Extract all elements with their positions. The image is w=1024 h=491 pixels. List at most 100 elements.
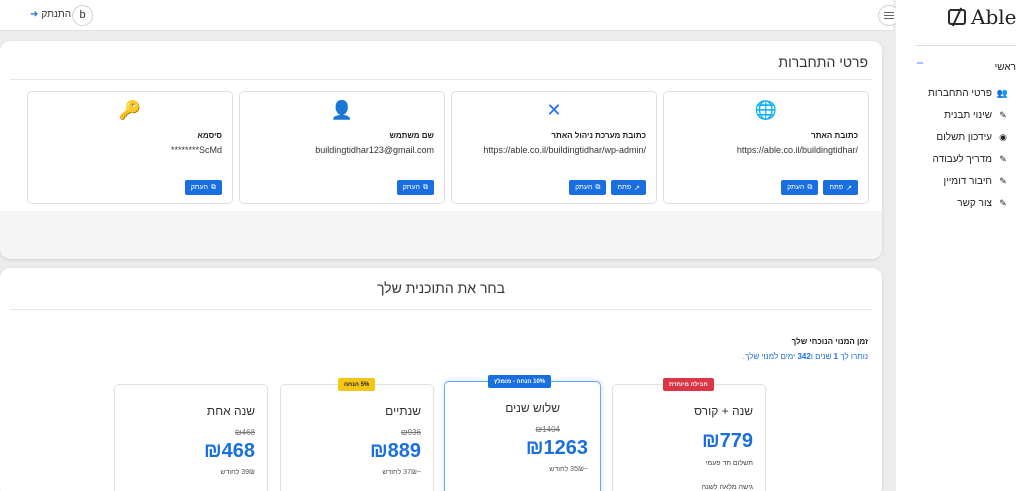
users-icon: 👥 — [996, 87, 1008, 98]
sidebar-item-login-details[interactable]: 👥 פרטי התחברות — [928, 82, 1008, 104]
plan-badge: 5% הנחה — [338, 378, 376, 391]
card-value: ********ScMd — [170, 145, 222, 155]
admin-url-card: ✕ כתובת מערכת ניהול האתר https://able.co… — [451, 91, 657, 204]
tools-icon: ✕ — [546, 100, 562, 120]
plan-name: שנתיים — [385, 404, 421, 418]
collapse-indicator[interactable] — [917, 62, 923, 64]
remaining-days: 342 — [797, 352, 811, 361]
divider — [10, 79, 872, 80]
copy-icon: ⧉ — [807, 183, 813, 191]
sidebar-item-label: חיבור דומיין — [943, 175, 992, 187]
remaining-suffix: ימים למנוי שלך. — [742, 352, 796, 361]
remaining-prefix: נותרו לך — [840, 352, 868, 361]
plans-title: בחר את התוכנית שלך — [376, 280, 506, 296]
card-title: כתובת האתר — [811, 131, 858, 140]
button-label: העתק — [190, 184, 208, 191]
plan-card-three-years[interactable]: 10% הנחה - מומלץ שלוש שנים ₪1404 ₪1263 ~… — [444, 375, 601, 491]
edit-icon: ✎ — [999, 153, 1007, 164]
hamburger-line — [884, 12, 894, 13]
logo-icon — [948, 9, 966, 25]
globe-icon: 🌐 — [754, 100, 778, 120]
sidebar-item-label: מדריך לעבודה — [932, 153, 992, 165]
plan-price: ₪468 — [203, 440, 255, 462]
plan-card-one-year[interactable]: שנה אחת ₪468 ₪468 39₪ לחודש — [114, 384, 268, 491]
login-details-panel: פרטי התחברות 🌐 כתובת האתר https://able.c… — [0, 41, 882, 259]
plan-per-month: ~35₪ לחודש — [549, 466, 588, 473]
plan-price: ₪1263 — [525, 437, 588, 459]
plan-note: גישה מלאה לשנה — [701, 484, 753, 491]
card-value: https://able.co.il/buildingtidhar/ — [736, 145, 858, 155]
sidebar-item-change-template[interactable]: ✎ שינוי תבנית — [928, 104, 1008, 126]
plan-card-two-years[interactable]: 5% הנחה שנתיים ₪936 ₪889 ~37₪ לחודש — [280, 378, 434, 491]
card-actions: ⧉ העתק — [396, 180, 434, 195]
plan-old-price: ₪468 — [234, 428, 255, 437]
card-actions: ⧉ העתק — [184, 180, 222, 195]
plan-badge: חבילה מיוחדת — [663, 378, 714, 391]
logout-link[interactable]: התנתק ➜ — [30, 9, 71, 20]
open-button[interactable]: ↗ פתח — [611, 180, 646, 195]
logout-icon: ➜ — [30, 9, 39, 20]
copy-button[interactable]: ⧉ העתק — [569, 180, 607, 195]
top-bar: b התנתק ➜ — [0, 0, 900, 31]
panel-title: פרטי התחברות — [778, 54, 868, 70]
card-actions: ↗ פתח ⧉ העתק — [569, 180, 646, 195]
sidebar-item-label: פרטי התחברות — [927, 87, 992, 99]
plans-panel: בחר את התוכנית שלך זמן המנוי הנוכחי שלך … — [0, 268, 882, 491]
button-label: העתק — [787, 184, 805, 191]
plan-name: שנה אחת — [206, 404, 255, 418]
external-link-icon: ↗ — [634, 184, 640, 192]
open-button[interactable]: ↗ פתח — [823, 180, 858, 195]
sidebar: Able ראשי 👥 פרטי התחברות ✎ שינוי תבנית ◉… — [896, 0, 1024, 491]
sidebar-item-contact[interactable]: ✎ צור קשר — [928, 192, 1008, 214]
plan-old-price: ₪936 — [400, 428, 421, 437]
hamburger-line — [884, 15, 894, 16]
remaining-years: 1 — [833, 352, 839, 361]
remaining-time: נותרו לך 1 שנים ו342 ימים למנוי שלך. — [743, 352, 868, 361]
card-actions: ↗ פתח ⧉ העתק — [781, 180, 858, 195]
plan-note: תשלום חד פעמי — [705, 460, 753, 467]
copy-button[interactable]: ⧉ העתק — [184, 180, 222, 195]
sidebar-item-label: עידכון תשלום — [936, 131, 992, 143]
site-url-card: 🌐 כתובת האתר https://able.co.il/building… — [663, 91, 869, 204]
password-card: 🔑 סיסמא ********ScMd ⧉ העתק — [27, 91, 233, 204]
logo-text: Able — [971, 5, 1017, 29]
divider — [10, 309, 872, 310]
copy-icon: ⧉ — [423, 183, 428, 191]
plan-price: ₪889 — [369, 440, 421, 462]
plan-per-month: 39₪ לחודש — [220, 469, 255, 476]
user-avatar[interactable]: b — [72, 5, 93, 26]
logout-label: התנתק — [41, 9, 72, 20]
remaining-mid: שנים ו — [810, 352, 832, 361]
user-icon: 👤 — [330, 100, 354, 120]
plan-name: שלוש שנים — [505, 401, 560, 415]
copy-button[interactable]: ⧉ העתק — [781, 180, 819, 195]
card-value: buildingtidhar123@gmail.com — [315, 145, 434, 155]
button-label: העתק — [575, 184, 593, 191]
sidebar-item-work-guide[interactable]: ✎ מדריך לעבודה — [928, 148, 1008, 170]
copy-button[interactable]: ⧉ העתק — [396, 180, 434, 195]
edit-icon: ✎ — [999, 197, 1007, 208]
sidebar-item-label: שינוי תבנית — [944, 109, 992, 121]
plan-price: ₪779 — [701, 430, 753, 452]
sidebar-item-update-payment[interactable]: ◉ עידכון תשלום — [928, 126, 1008, 148]
current-subscription-label: זמן המנוי הנוכחי שלך — [791, 337, 868, 346]
copy-icon: ⧉ — [211, 183, 216, 191]
edit-icon: ✎ — [999, 109, 1007, 120]
plan-name: שנה + קורס — [694, 404, 753, 418]
sidebar-item-label: צור קשר — [957, 197, 992, 209]
copy-icon: ⧉ — [595, 183, 601, 191]
hamburger-line — [884, 18, 894, 19]
plan-old-price: ₪1404 — [535, 425, 560, 434]
card-title: סיסמא — [197, 131, 222, 140]
sidebar-divider — [916, 45, 1016, 46]
sidebar-item-home[interactable]: ראשי — [995, 62, 1016, 73]
eye-icon: ◉ — [999, 131, 1007, 142]
plan-badge: 10% הנחה - מומלץ — [488, 375, 552, 388]
key-icon: 🔑 — [118, 100, 142, 120]
username-card: 👤 שם משתמש buildingtidhar123@gmail.com ⧉… — [239, 91, 445, 204]
button-label: פתח — [829, 184, 844, 191]
sidebar-item-connect-domain[interactable]: ✎ חיבור דומיין — [928, 170, 1008, 192]
button-label: העתק — [402, 184, 420, 191]
plan-card-year-course[interactable]: חבילה מיוחדת שנה + קורס ₪779 תשלום חד פע… — [612, 378, 766, 491]
logo[interactable]: Able — [948, 5, 1016, 29]
